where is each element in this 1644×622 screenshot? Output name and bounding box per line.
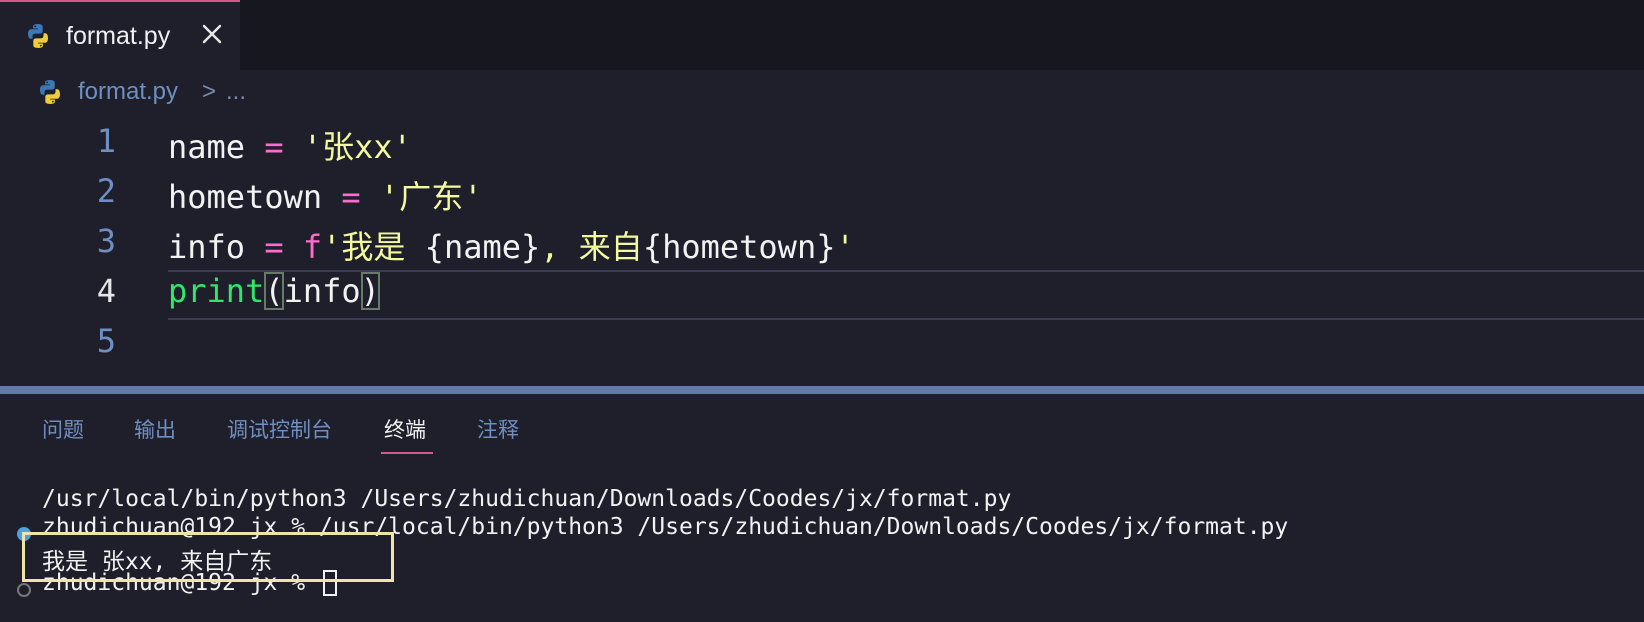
tab-bar: format.py xyxy=(0,0,1644,70)
code-line-4[interactable]: 4 print(info) xyxy=(0,266,1644,318)
code-text: name = '张xx' xyxy=(168,128,412,166)
code-line-3[interactable]: 3 info = f'我是 {name}, 来自{hometown}' xyxy=(0,216,1644,268)
code-line-1[interactable]: 1 name = '张xx' xyxy=(0,116,1644,168)
line-number: 3 xyxy=(96,222,116,260)
close-icon[interactable] xyxy=(198,20,226,48)
bottom-panel: 问题 输出 调试控制台 终端 注释 /usr/local/bin/python3… xyxy=(0,394,1644,622)
line-number: 2 xyxy=(96,172,116,210)
line-number: 4 xyxy=(96,272,116,310)
panel-resize-border[interactable] xyxy=(0,386,1644,394)
code-line-5[interactable]: 5 xyxy=(0,316,1644,368)
line-number: 5 xyxy=(96,322,116,360)
breadcrumb-separator: > xyxy=(202,78,217,105)
tab-comments[interactable]: 注释 xyxy=(477,414,519,444)
matched-bracket: ) xyxy=(360,272,380,310)
breadcrumb-file[interactable]: format.py xyxy=(78,78,178,106)
line-number: 1 xyxy=(96,122,116,160)
output-highlight-box xyxy=(22,532,394,582)
tab-debug-console[interactable]: 调试控制台 xyxy=(227,414,332,444)
python-icon xyxy=(28,24,48,48)
tab-problems[interactable]: 问题 xyxy=(42,414,84,444)
code-text: hometown = '广东' xyxy=(168,178,483,216)
matched-bracket: ( xyxy=(264,272,284,310)
breadcrumb: format.py > ... xyxy=(0,70,1644,116)
code-line-2[interactable]: 2 hometown = '广东' xyxy=(0,166,1644,218)
code-editor[interactable]: 1 name = '张xx' 2 hometown = '广东' 3 info … xyxy=(0,116,1644,386)
command-pending-icon[interactable] xyxy=(17,583,31,597)
code-text: print(info) xyxy=(168,272,380,310)
breadcrumb-more[interactable]: ... xyxy=(226,78,246,106)
code-text: info = f'我是 {name}, 来自{hometown}' xyxy=(168,228,855,266)
active-tab-indicator xyxy=(381,452,433,454)
tab-output[interactable]: 输出 xyxy=(134,414,176,444)
tab-label: format.py xyxy=(66,22,171,50)
tab-terminal[interactable]: 终端 xyxy=(384,414,426,444)
terminal-line: /usr/local/bin/python3 /Users/zhudichuan… xyxy=(42,486,1012,512)
editor-tab-format-py[interactable]: format.py xyxy=(0,0,240,70)
python-icon xyxy=(40,80,60,104)
